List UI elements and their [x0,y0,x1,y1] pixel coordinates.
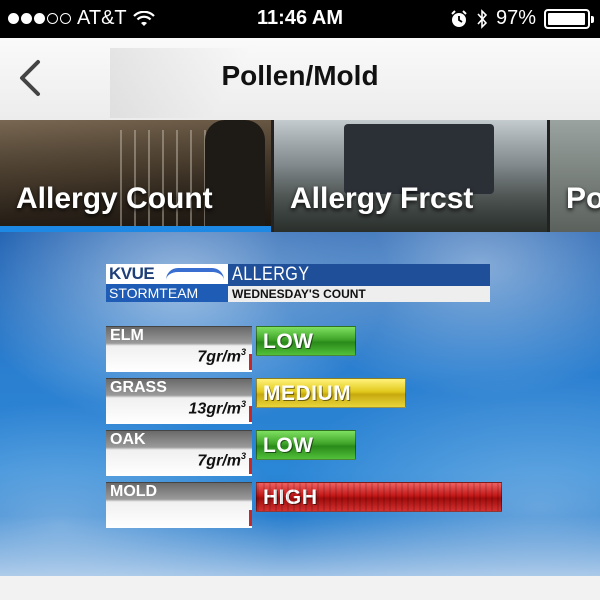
graphic-subtitle-bar: WEDNESDAY'S COUNT [228,286,490,302]
pollen-row-grass: GRASS 13gr/m3 MEDIUM [106,378,600,424]
pollen-name: MOLD [110,483,158,500]
page-title: Pollen/Mold [221,60,379,91]
pollen-label-plate: GRASS 13gr/m3 [106,378,252,424]
battery-icon [544,8,594,29]
level-text: LOW [263,330,314,353]
pollen-count-unit-exponent: 3 [240,347,246,357]
tile-allergy-count[interactable]: Allergy Count [0,120,271,232]
pollen-name: GRASS [110,379,167,396]
level-text: HIGH [263,486,318,509]
level-badge: HIGH [256,482,502,512]
red-tick-mark [249,510,252,526]
red-tick-mark [249,354,252,370]
pollen-count: 13gr/m3 [189,399,246,418]
level-text: MEDIUM [263,382,352,405]
status-right: 97% [450,7,594,30]
tile-image-person [205,120,265,232]
pollen-name: OAK [110,431,146,448]
pollen-count-value: 13gr/m [188,400,241,418]
graphic-title: ALLERGY [232,264,310,285]
red-tick-mark [249,406,252,422]
logo-top: KVUE [106,264,228,284]
tile-allergy-forecast[interactable]: Allergy Frcst [274,120,547,232]
graphic-title-block: ALLERGY WEDNESDAY'S COUNT [228,264,490,304]
pollen-row-mold: MOLD HIGH [106,482,600,528]
logo-stormteam-text: STORMTEAM [109,285,199,301]
logo-kvue-text: KVUE [109,264,155,283]
logo-bottom: STORMTEAM [106,284,228,302]
status-bar: AT&T 11:46 AM 97% [0,0,600,38]
pollen-count-unit-exponent: 3 [240,399,246,409]
allergy-count-graphic: KVUE STORMTEAM ALLERGY WEDNESDAY'S COUNT… [0,232,600,576]
bluetooth-icon [477,8,488,29]
pollen-label-plate: OAK 7gr/m3 [106,430,252,476]
pollen-count-value: 7gr/m [197,348,241,366]
category-carousel[interactable]: Allergy Count Allergy Frcst Po [0,120,600,232]
navigation-bar: Pollen/Mold [0,38,600,120]
level-badge: MEDIUM [256,378,406,408]
kvue-stormteam-logo: KVUE STORMTEAM [106,264,228,304]
logo-swoosh-icon [166,268,224,280]
level-text: LOW [263,434,314,457]
level-badge: LOW [256,326,356,356]
tile-label: Allergy Count [16,182,213,215]
pollen-name: ELM [110,327,144,344]
pollen-row-elm: ELM 7gr/m3 LOW [106,326,600,372]
graphic-subtitle: WEDNESDAY'S COUNT [232,287,366,301]
pollen-count-value: 7gr/m [197,452,241,470]
pollen-count: 7gr/m3 [197,451,246,470]
graphic-title-bar: ALLERGY [228,264,490,286]
battery-fill [548,12,585,25]
red-tick-mark [249,458,252,474]
level-badge: LOW [256,430,356,460]
pollen-count: 7gr/m3 [197,347,246,366]
bottom-strip [0,576,600,600]
tile-label: Allergy Frcst [290,182,474,215]
pollen-count-unit-exponent: 3 [240,451,246,461]
alarm-icon [451,9,467,27]
pollen-row-oak: OAK 7gr/m3 LOW [106,430,600,476]
tile-pollen-partial[interactable]: Po [550,120,600,232]
pollen-label-plate: MOLD [106,482,252,528]
battery-percent: 97% [495,7,536,29]
pollen-label-plate: ELM 7gr/m3 [106,326,252,372]
tile-label: Po [566,182,600,215]
